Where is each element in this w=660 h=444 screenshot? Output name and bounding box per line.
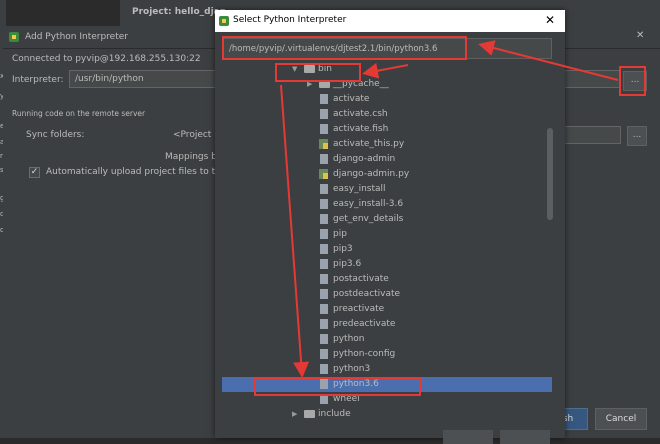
annotations-layer [222, 36, 646, 396]
arrow-to-python36 [280, 84, 310, 378]
path-highlight-box [222, 36, 467, 60]
browse-highlight-box [619, 66, 646, 96]
arrow-to-path [478, 40, 619, 81]
bin-highlight-box [275, 63, 361, 82]
arrow-to-bin [362, 62, 409, 79]
python36-highlight-box [254, 377, 421, 396]
